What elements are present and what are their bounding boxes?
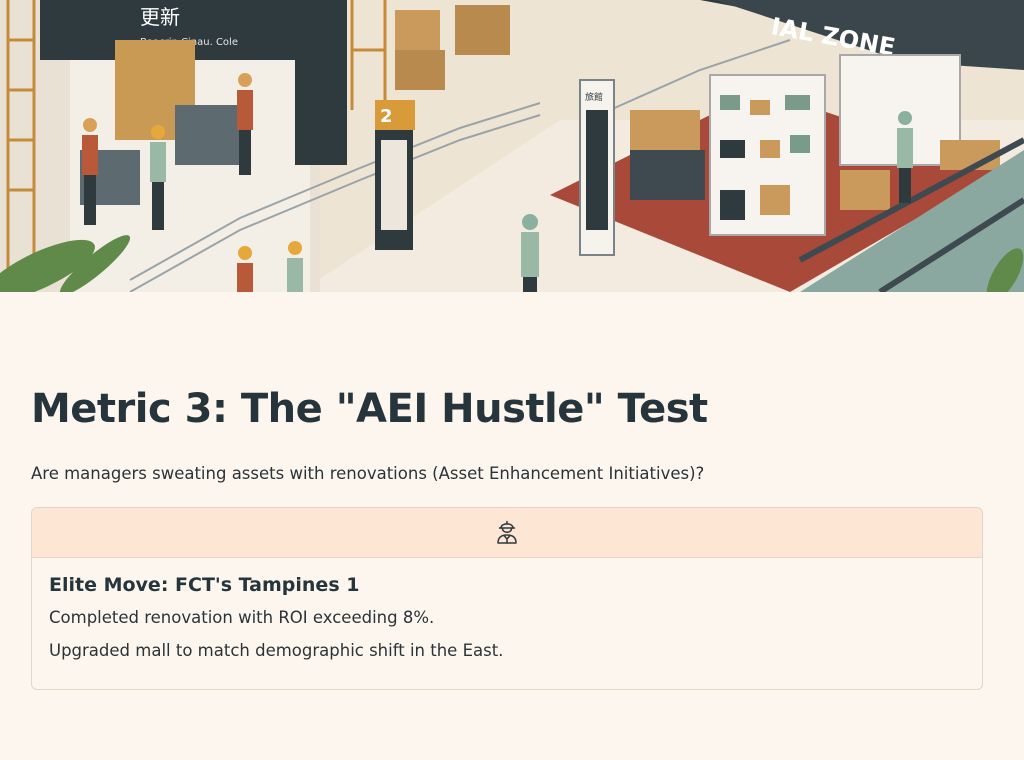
mall-renovation-illustration: 更新 Baacrip Cinau. Cole [0,0,1024,292]
card-body: Elite Move: FCT's Tampines 1 Completed r… [32,558,982,660]
kiosk-number: 2 [380,106,393,127]
section-title: Metric 3: The "AEI Hustle" Test [31,386,708,432]
card-line-upgrade: Upgraded mall to match demographic shift… [49,641,504,660]
hero-illustration: 更新 Baacrip Cinau. Cole [0,0,1024,292]
storefront-sign-chinese: 更新 [140,5,180,29]
info-stand-label: 旅館 [585,91,603,103]
construction-worker-icon [495,518,519,548]
card-header [32,508,982,558]
card-title: Elite Move: FCT's Tampines 1 [49,574,360,596]
section-subtitle: Are managers sweating assets with renova… [31,464,705,483]
card-line-roi: Completed renovation with ROI exceeding … [49,608,435,627]
elite-move-card: Elite Move: FCT's Tampines 1 Completed r… [31,507,983,690]
